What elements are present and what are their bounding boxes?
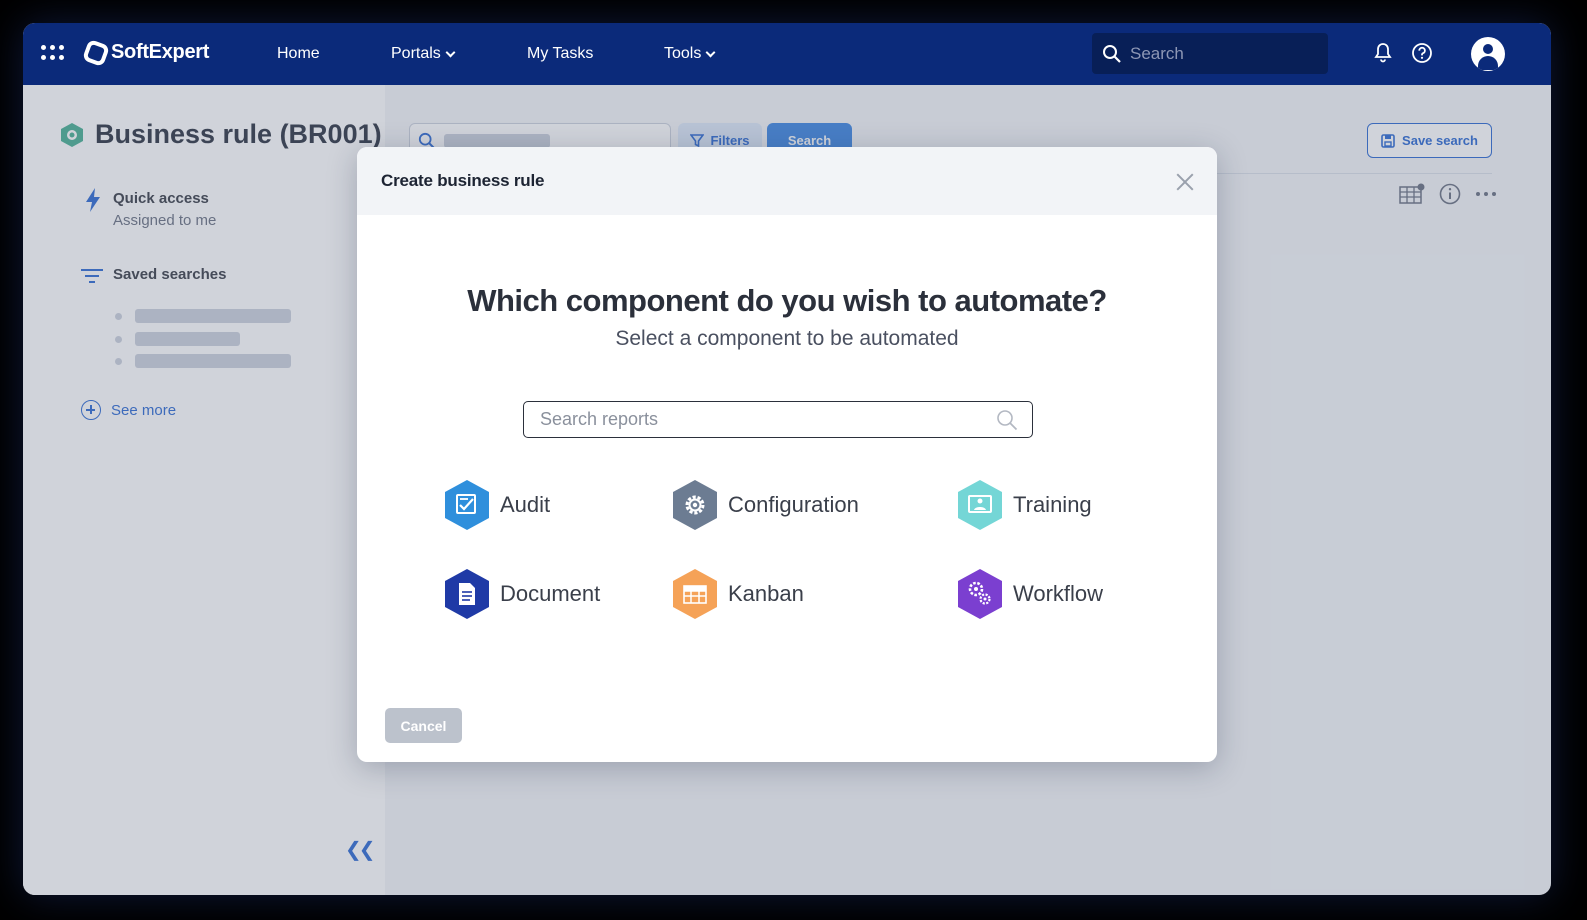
bell-icon[interactable]	[1373, 42, 1393, 64]
nav-home-label: Home	[277, 45, 320, 62]
component-training[interactable]: Training	[957, 479, 1092, 531]
component-document[interactable]: Document	[444, 568, 600, 620]
component-workflow[interactable]: Workflow	[957, 568, 1103, 620]
component-workflow-label: Workflow	[1013, 581, 1104, 606]
nav-tools-label: Tools	[664, 45, 702, 62]
global-search-input[interactable]: Search	[1092, 33, 1328, 74]
component-audit[interactable]: Audit	[444, 479, 550, 531]
brand-name: SoftExpert	[111, 41, 210, 63]
app-grid-icon[interactable]	[41, 45, 67, 63]
component-document-label: Document	[500, 581, 601, 606]
search-icon	[1103, 44, 1121, 63]
dialog-question: Which component do you wish to automate?	[467, 283, 1107, 318]
brand-logo[interactable]: SoftExpert	[81, 38, 210, 67]
component-search-input[interactable]	[540, 409, 980, 430]
component-training-label: Training	[1013, 492, 1092, 517]
dialog-title: Create business rule	[381, 171, 545, 190]
component-configuration[interactable]: Configuration	[672, 479, 859, 531]
dialog-subtitle: Select a component to be automated	[615, 327, 959, 350]
user-avatar[interactable]	[1471, 37, 1505, 71]
nav-portals-label: Portals	[391, 45, 441, 62]
training-icon	[957, 479, 1003, 531]
nav-tools[interactable]: Tools	[664, 45, 716, 63]
close-icon[interactable]	[1175, 172, 1195, 192]
workflow-icon	[957, 568, 1003, 620]
component-audit-label: Audit	[500, 492, 551, 517]
cancel-button[interactable]: Cancel	[385, 708, 462, 743]
component-configuration-label: Configuration	[728, 492, 859, 517]
help-icon[interactable]	[1411, 42, 1433, 64]
gear-icon	[672, 479, 718, 531]
document-icon	[444, 568, 490, 620]
component-kanban-label: Kanban	[728, 581, 804, 606]
nav-my-tasks-label: My Tasks	[527, 45, 594, 62]
kanban-icon	[672, 568, 718, 620]
create-business-rule-dialog: Create business rule Which component do …	[357, 147, 1217, 762]
logo-mark-icon	[81, 38, 111, 67]
top-navigation-bar: SoftExpert Home Portals My Tasks Tools S…	[23, 23, 1551, 85]
global-search-placeholder: Search	[1130, 43, 1184, 63]
nav-home[interactable]: Home	[277, 45, 320, 63]
dialog-header: Create business rule	[357, 147, 1217, 215]
component-kanban[interactable]: Kanban	[672, 568, 804, 620]
audit-icon	[444, 479, 490, 531]
nav-my-tasks[interactable]: My Tasks	[527, 45, 593, 63]
chevron-down-icon	[705, 47, 716, 57]
chevron-down-icon	[445, 47, 456, 57]
nav-portals[interactable]: Portals	[391, 45, 456, 63]
search-icon	[997, 410, 1018, 431]
component-search-field[interactable]	[523, 401, 1033, 438]
